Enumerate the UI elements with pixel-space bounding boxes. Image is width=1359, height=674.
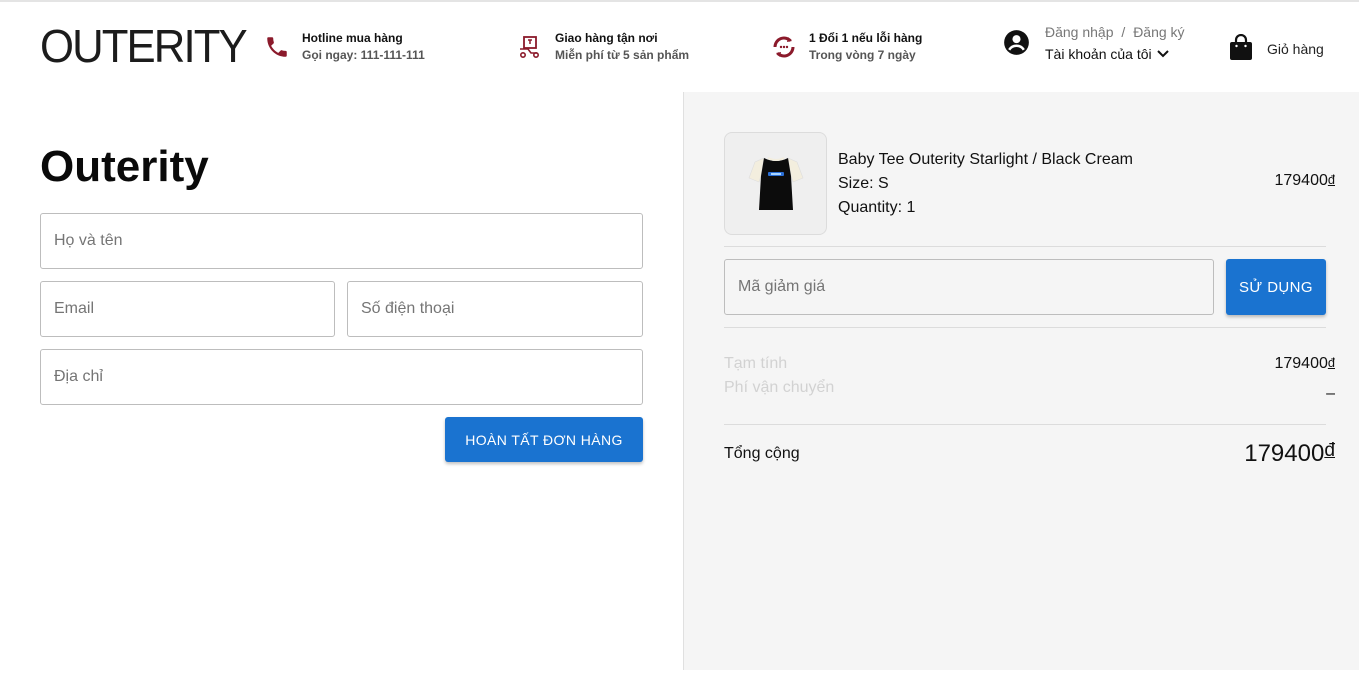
phone-input[interactable] bbox=[348, 282, 642, 336]
my-account-dropdown[interactable]: Tài khoản của tôi bbox=[1045, 41, 1185, 67]
feature-title: Giao hàng tận nơi bbox=[555, 31, 658, 45]
address-field-wrapper bbox=[40, 349, 643, 405]
delivery-icon bbox=[516, 33, 544, 61]
product-thumbnail[interactable] bbox=[724, 132, 827, 235]
total-label: Tổng cộng bbox=[724, 445, 800, 462]
user-icon[interactable] bbox=[1003, 29, 1030, 61]
checkout-form-panel: Outerity HOÀN TẤT ĐƠN HÀNG bbox=[0, 92, 683, 674]
account-menu: Đăng nhập / Đăng ký Tài khoản của tôi bbox=[1003, 23, 1185, 67]
my-account-label: Tài khoản của tôi bbox=[1045, 46, 1152, 62]
order-summary-panel: Baby Tee Outerity Starlight / Black Crea… bbox=[683, 92, 1359, 670]
product-size: Size: S bbox=[838, 175, 889, 192]
shipping-value: – bbox=[1326, 385, 1335, 402]
product-info: Baby Tee Outerity Starlight / Black Crea… bbox=[838, 148, 1133, 220]
exchange-icon bbox=[770, 33, 798, 61]
subtotal-label: Tạm tính bbox=[724, 355, 788, 372]
hotline-feature: Hotline mua hàng Gọi ngay: 111-111-111 bbox=[263, 30, 425, 64]
full-name-input[interactable] bbox=[41, 214, 642, 268]
cart-link[interactable]: Giỏ hàng bbox=[1229, 33, 1324, 64]
divider bbox=[724, 327, 1326, 328]
feature-subtitle: Miễn phí từ 5 sản phẩm bbox=[555, 48, 690, 62]
feature-subtitle: Gọi ngay: 111-111-111 bbox=[302, 48, 425, 62]
divider bbox=[724, 424, 1326, 425]
site-header: OUTERITY Hotline mua hàng Gọi ngay: 111-… bbox=[0, 4, 1359, 92]
cart-label: Giỏ hàng bbox=[1267, 41, 1324, 57]
email-input[interactable] bbox=[41, 282, 334, 336]
total-value: 179400đ bbox=[1244, 440, 1335, 468]
product-price-value: 179400 bbox=[1274, 172, 1328, 189]
feature-title: Hotline mua hàng bbox=[302, 31, 403, 45]
site-logo[interactable]: OUTERITY bbox=[40, 23, 248, 69]
auth-separator: / bbox=[1121, 24, 1126, 40]
feature-subtitle: Trong vòng 7 ngày bbox=[809, 48, 916, 62]
phone-icon bbox=[263, 33, 291, 61]
name-field-wrapper bbox=[40, 213, 643, 269]
total-amount: 179400 bbox=[1244, 440, 1325, 467]
divider bbox=[724, 246, 1326, 247]
address-input[interactable] bbox=[41, 350, 642, 404]
apply-promo-button[interactable]: SỬ DỤNG bbox=[1226, 259, 1326, 315]
phone-field-wrapper bbox=[347, 281, 643, 337]
complete-order-button[interactable]: HOÀN TẤT ĐƠN HÀNG bbox=[445, 417, 643, 462]
currency-symbol: đ bbox=[1327, 172, 1335, 187]
feature-title: 1 Đổi 1 nếu lỗi hàng bbox=[809, 31, 923, 45]
chevron-down-icon bbox=[1156, 50, 1169, 58]
product-quantity: Quantity: 1 bbox=[838, 199, 916, 216]
subtotal-amount: 179400 bbox=[1274, 355, 1328, 372]
currency-symbol: đ bbox=[1324, 440, 1335, 461]
currency-symbol: đ bbox=[1327, 355, 1335, 370]
shop-title: Outerity bbox=[40, 142, 209, 191]
promo-field-wrapper bbox=[724, 259, 1214, 315]
exchange-feature: 1 Đổi 1 nếu lỗi hàng Trong vòng 7 ngày bbox=[770, 30, 922, 64]
product-price: 179400đ bbox=[1274, 172, 1335, 190]
promo-code-input[interactable] bbox=[725, 260, 1213, 314]
product-name: Baby Tee Outerity Starlight / Black Crea… bbox=[838, 151, 1133, 168]
login-link[interactable]: Đăng nhập bbox=[1045, 24, 1114, 40]
tshirt-image bbox=[748, 156, 803, 210]
email-field-wrapper bbox=[40, 281, 335, 337]
subtotal-value: 179400đ bbox=[1274, 355, 1335, 373]
shipping-label: Phí vận chuyển bbox=[724, 379, 835, 396]
shopping-bag-icon bbox=[1229, 33, 1253, 64]
register-link[interactable]: Đăng ký bbox=[1133, 24, 1184, 40]
delivery-feature: Giao hàng tận nơi Miễn phí từ 5 sản phẩm bbox=[516, 30, 689, 64]
